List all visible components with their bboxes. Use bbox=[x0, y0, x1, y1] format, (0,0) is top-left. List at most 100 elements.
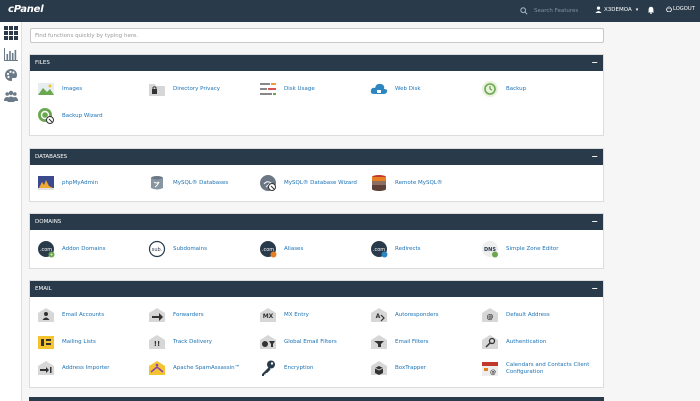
aliases-link[interactable]: .com Aliases bbox=[259, 239, 303, 259]
cpanel-logo[interactable]: cPanel bbox=[8, 4, 44, 15]
item-label: Autoresponders bbox=[395, 311, 439, 318]
item-label: Calendars and Contacts Client Configurat… bbox=[506, 362, 590, 375]
item-label: Global Email Filters bbox=[284, 338, 337, 345]
collapse-icon[interactable]: − bbox=[591, 152, 598, 161]
top-bar: cPanel X3DEMOA ▾ LOGOUT bbox=[0, 0, 700, 22]
item-label: MySQL® Database Wizard bbox=[284, 179, 357, 186]
images-link[interactable]: Images bbox=[37, 79, 82, 99]
databases-panel-header[interactable]: DATABASES − bbox=[30, 149, 603, 165]
forwarders-icon bbox=[149, 308, 165, 322]
users-icon bbox=[4, 90, 18, 102]
rail-home[interactable] bbox=[3, 25, 19, 41]
track-delivery-link[interactable]: !! Track Delivery bbox=[148, 332, 212, 352]
svg-text:@: @ bbox=[490, 369, 496, 376]
files-panel-header[interactable]: FILES − bbox=[30, 55, 603, 71]
grid-icon bbox=[4, 26, 18, 40]
item-label: Directory Privacy bbox=[173, 85, 221, 92]
database-wizard-icon bbox=[260, 175, 276, 191]
encryption-link[interactable]: Encryption bbox=[259, 358, 314, 378]
left-rail bbox=[0, 22, 22, 401]
default-address-icon: @ bbox=[482, 308, 498, 322]
svg-text:@: @ bbox=[487, 313, 494, 321]
mysql-database-wizard-link[interactable]: MySQL® Database Wizard bbox=[259, 173, 357, 193]
track-delivery-icon: !! bbox=[149, 335, 165, 349]
panel-title: DATABASES bbox=[35, 154, 68, 160]
function-filter-input[interactable] bbox=[30, 28, 604, 43]
simple-zone-editor-link[interactable]: DNS Simple Zone Editor bbox=[481, 239, 559, 259]
logout-link[interactable]: LOGOUT bbox=[666, 6, 695, 12]
disk-usage-link[interactable]: Disk Usage bbox=[259, 79, 315, 99]
mysql-databases-link[interactable]: MySQL® Databases bbox=[148, 173, 228, 193]
svg-text:sub.: sub. bbox=[152, 247, 163, 253]
addon-domains-link[interactable]: .com + Addon Domains bbox=[37, 239, 105, 259]
boxtrapper-link[interactable]: BoxTrapper bbox=[370, 358, 426, 378]
item-label: Subdomains bbox=[173, 245, 207, 252]
collapse-icon[interactable]: − bbox=[591, 217, 598, 226]
cloud-icon bbox=[370, 83, 388, 94]
svg-text:MX: MX bbox=[263, 313, 274, 320]
svg-text:A: A bbox=[376, 313, 381, 320]
disk-usage-icon bbox=[260, 83, 276, 95]
forwarders-link[interactable]: Forwarders bbox=[148, 305, 204, 325]
item-label: Authentication bbox=[506, 338, 547, 345]
redirects-link[interactable]: .com Redirects bbox=[370, 239, 421, 259]
rail-themes[interactable] bbox=[3, 67, 19, 83]
databases-panel: DATABASES − phpMyAdmin MySQL® Databases … bbox=[29, 148, 604, 202]
spamassassin-link[interactable]: Apache SpamAssassin™ bbox=[148, 358, 240, 378]
autoresponders-link[interactable]: A Autoresponders bbox=[370, 305, 439, 325]
item-label: MySQL® Databases bbox=[173, 179, 229, 186]
email-panel-header[interactable]: EMAIL − bbox=[30, 281, 603, 297]
backup-wizard-link[interactable]: Backup Wizard bbox=[37, 106, 103, 126]
default-address-link[interactable]: @ Default Address bbox=[481, 305, 550, 325]
bell-icon[interactable] bbox=[647, 6, 655, 14]
user-menu[interactable]: X3DEMOA ▾ bbox=[595, 6, 638, 13]
database-icon bbox=[151, 176, 163, 190]
caret-down-icon: ▾ bbox=[635, 6, 639, 13]
global-email-filters-link[interactable]: Global Email Filters bbox=[259, 332, 337, 352]
remote-database-icon bbox=[372, 175, 386, 191]
redirects-icon: .com bbox=[371, 241, 388, 258]
backup-link[interactable]: Backup bbox=[481, 79, 526, 99]
collapse-icon[interactable]: − bbox=[591, 58, 598, 67]
subdomains-link[interactable]: sub. Subdomains bbox=[148, 239, 207, 259]
directory-privacy-link[interactable]: Directory Privacy bbox=[148, 79, 220, 99]
backup-icon bbox=[482, 81, 498, 97]
email-accounts-link[interactable]: Email Accounts bbox=[37, 305, 104, 325]
calendars-contacts-link[interactable]: @ Calendars and Contacts Client Configur… bbox=[481, 358, 596, 380]
autoresponders-icon: A bbox=[371, 308, 387, 322]
encryption-icon bbox=[262, 360, 275, 376]
power-icon bbox=[666, 6, 672, 12]
mx-entry-icon: MX bbox=[260, 308, 276, 322]
remote-mysql-link[interactable]: Remote MySQL® bbox=[370, 173, 442, 193]
phpmyadmin-link[interactable]: phpMyAdmin bbox=[37, 173, 98, 193]
mx-entry-link[interactable]: MX MX Entry bbox=[259, 305, 309, 325]
item-label: Mailing Lists bbox=[62, 338, 96, 345]
mailing-lists-link[interactable]: Mailing Lists bbox=[37, 332, 96, 352]
authentication-link[interactable]: Authentication bbox=[481, 332, 546, 352]
authentication-icon bbox=[482, 335, 498, 349]
rail-statistics[interactable] bbox=[3, 46, 19, 62]
item-label: MX Entry bbox=[284, 311, 309, 318]
username: X3DEMOA bbox=[604, 6, 632, 13]
web-disk-link[interactable]: Web Disk bbox=[370, 79, 421, 99]
item-label: Simple Zone Editor bbox=[506, 245, 559, 252]
folder-lock-icon bbox=[149, 84, 165, 96]
mailing-lists-icon bbox=[38, 336, 54, 349]
item-label: Images bbox=[62, 85, 83, 92]
email-filters-link[interactable]: Email Filters bbox=[370, 332, 429, 352]
domains-panel: DOMAINS − .com + Addon Domains sub. Subdo… bbox=[29, 213, 604, 269]
calendar-contacts-icon: @ bbox=[482, 362, 498, 376]
aliases-icon: .com bbox=[260, 241, 277, 258]
search-features-input[interactable] bbox=[534, 5, 596, 17]
item-label: Track Delivery bbox=[173, 338, 212, 345]
address-importer-link[interactable]: Address Importer bbox=[37, 358, 110, 378]
subdomains-icon: sub. bbox=[148, 240, 166, 258]
email-panel: EMAIL − Email Accounts Forwarders MX MX … bbox=[29, 280, 604, 388]
phpmyadmin-icon bbox=[38, 176, 54, 190]
domains-panel-header[interactable]: DOMAINS − bbox=[30, 214, 603, 230]
rail-users[interactable] bbox=[3, 88, 19, 104]
boxtrapper-icon bbox=[371, 361, 387, 375]
images-icon bbox=[38, 83, 54, 95]
collapse-icon[interactable]: − bbox=[591, 284, 598, 293]
user-icon bbox=[595, 6, 602, 13]
